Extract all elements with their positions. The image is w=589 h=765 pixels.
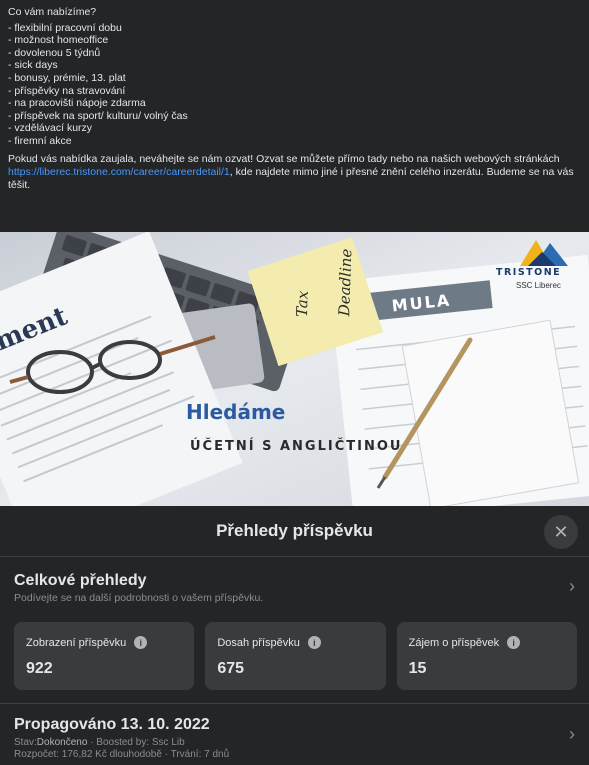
duration: Trvání: 7 dnů (170, 749, 230, 760)
benefit-item: - vzdělávací kurzy (8, 122, 93, 135)
metrics-row: Zobrazení příspěvku i 922 Dosah příspěvku… (14, 622, 577, 690)
budget: Rozpočet: 176,82 Kč dlouhodobě (14, 749, 162, 760)
note-deadline: Deadline (335, 248, 355, 317)
benefit-item: - flexibilní pracovní dobu (8, 21, 122, 34)
promotion-title: Propagováno 13. 10. 2022 (14, 716, 210, 733)
overall-title: Celkové přehledy (14, 572, 147, 589)
boosted-by: Boosted by: Ssc Lib (96, 737, 185, 748)
metric-value: 922 (26, 660, 53, 677)
logo-name: TRISTONE (496, 267, 562, 278)
benefits-list: - flexibilní pracovní dobu - možnost hom… (8, 22, 581, 148)
benefit-item: - příspěvky na stravování (8, 84, 126, 97)
notebook (401, 319, 580, 506)
divider (0, 703, 589, 704)
metric-value: 675 (217, 660, 245, 677)
metric-label: Dosah příspěvku (217, 636, 300, 649)
overall-subtitle: Podívejte se na další podrobnosti o vaše… (14, 592, 264, 604)
post-insights-sheet: Přehledy příspěvku ✕ Celkové přehledy Po… (0, 506, 589, 765)
sheet-title: Přehledy příspěvku (216, 521, 373, 540)
close-icon: ✕ (553, 521, 569, 542)
post-image[interactable]: ement MULA Tax Deadline TRISTONE SSC Lib… (0, 232, 589, 506)
logo-sub: SSC Liberec (516, 281, 561, 290)
metric-label: Zájem o příspěvek (408, 636, 500, 649)
benefit-item: - bonusy, prémie, 13. plat (8, 71, 126, 84)
chevron-right-icon: › (569, 724, 575, 744)
metric-reach[interactable]: Dosah příspěvku i 675 (205, 622, 386, 690)
status-label: Stav: (14, 737, 37, 748)
status-value: Dokončeno (36, 737, 88, 748)
headline: Hledáme (186, 400, 286, 424)
post-text: Co vám nabízíme? - flexibilní pracovní d… (0, 0, 589, 232)
cta-paragraph: Pokud vás nabídka zaujala, neváhejte se … (8, 153, 581, 192)
promotion-status: Stav:Dokončeno · Boosted by: Ssc Lib (14, 737, 185, 748)
benefit-item: - možnost homeoffice (8, 34, 109, 47)
metric-engagement[interactable]: Zájem o příspěvek i 15 (396, 622, 577, 690)
metric-impressions[interactable]: Zobrazení příspěvku i 922 (14, 622, 195, 690)
promotion-budget-line: Rozpočet: 176,82 Kč dlouhodobě · Trvání:… (14, 749, 230, 760)
metric-label: Zobrazení příspěvku (26, 636, 127, 649)
info-icon[interactable]: i (134, 636, 148, 649)
close-button[interactable]: ✕ (544, 515, 578, 549)
note-tax: Tax (293, 290, 312, 317)
benefit-item: - dovolenou 5 týdnů (8, 46, 101, 59)
chevron-right-icon: › (569, 576, 575, 596)
screen: Co vám nabízíme? - flexibilní pracovní d… (0, 0, 589, 765)
benefit-item: - sick days (8, 59, 58, 72)
info-icon[interactable]: i (507, 636, 521, 649)
metric-value: 15 (408, 660, 427, 677)
benefit-item: - na pracovišti nápoje zdarma (8, 97, 146, 110)
career-link[interactable]: https://liberec.tristone.com/career/care… (8, 166, 230, 178)
subheadline: ÚČETNÍ S ANGLIČTINOU (190, 439, 403, 454)
divider (0, 556, 589, 557)
overall-insights-row[interactable]: Celkové přehledy Podívejte se na další p… (14, 572, 579, 604)
sheet-header: Přehledy příspěvku ✕ (0, 506, 589, 556)
promotion-row[interactable]: Propagováno 13. 10. 2022 Stav:Dokončeno … (14, 716, 579, 761)
cta-text: Pokud vás nabídka zaujala, neváhejte se … (8, 152, 560, 165)
info-icon[interactable]: i (307, 636, 321, 649)
benefits-heading: Co vám nabízíme? (8, 6, 97, 18)
benefit-item: - firemní akce (8, 134, 72, 147)
benefit-item: - příspěvek na sport/ kulturu/ volný čas (8, 109, 188, 122)
